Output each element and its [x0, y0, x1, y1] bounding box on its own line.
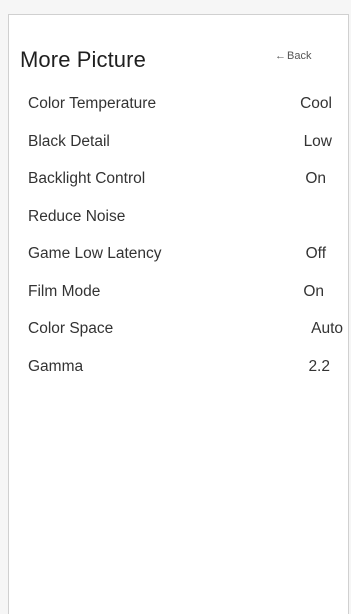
left-arrow-icon: ← — [275, 50, 286, 62]
menu-item-value: Auto — [311, 320, 343, 337]
menu-item-color-space[interactable]: Color Space Auto — [9, 316, 348, 354]
menu-item-label: Gamma — [28, 357, 84, 375]
menu-item-label: Black Detail — [28, 132, 110, 150]
menu-item-backlight-control[interactable]: Backlight Control On — [9, 166, 348, 204]
settings-menu: Color Temperature Cool Black Detail Low … — [9, 91, 348, 391]
back-button[interactable]: ← Back — [275, 50, 311, 62]
menu-item-label: Backlight Control — [28, 170, 146, 187]
menu-item-film-mode[interactable]: Film Mode On — [9, 279, 348, 317]
menu-item-label: Color Temperature — [28, 95, 157, 112]
menu-item-value: Off — [305, 245, 326, 262]
menu-item-label: Reduce Noise — [28, 207, 126, 225]
page-title: More Picture — [20, 47, 146, 72]
back-label: Back — [287, 50, 312, 62]
menu-item-label: Film Mode — [28, 282, 101, 300]
menu-item-value: On — [305, 170, 326, 187]
menu-item-value: Low — [303, 132, 332, 150]
menu-item-value: Cool — [300, 95, 332, 112]
menu-item-value: 2.2 — [308, 357, 330, 375]
menu-item-label: Game Low Latency — [28, 245, 162, 262]
menu-item-label: Color Space — [28, 320, 114, 337]
menu-item-black-detail[interactable]: Black Detail Low — [9, 129, 348, 167]
menu-item-game-low-latency[interactable]: Game Low Latency Off — [9, 241, 348, 279]
menu-item-value: On — [303, 282, 324, 300]
menu-item-color-temperature[interactable]: Color Temperature Cool — [9, 91, 348, 129]
menu-item-reduce-noise[interactable]: Reduce Noise — [9, 204, 348, 242]
menu-item-gamma[interactable]: Gamma 2.2 — [9, 354, 348, 392]
more-picture-panel: More Picture ← Back Color Temperature Co… — [8, 14, 349, 614]
